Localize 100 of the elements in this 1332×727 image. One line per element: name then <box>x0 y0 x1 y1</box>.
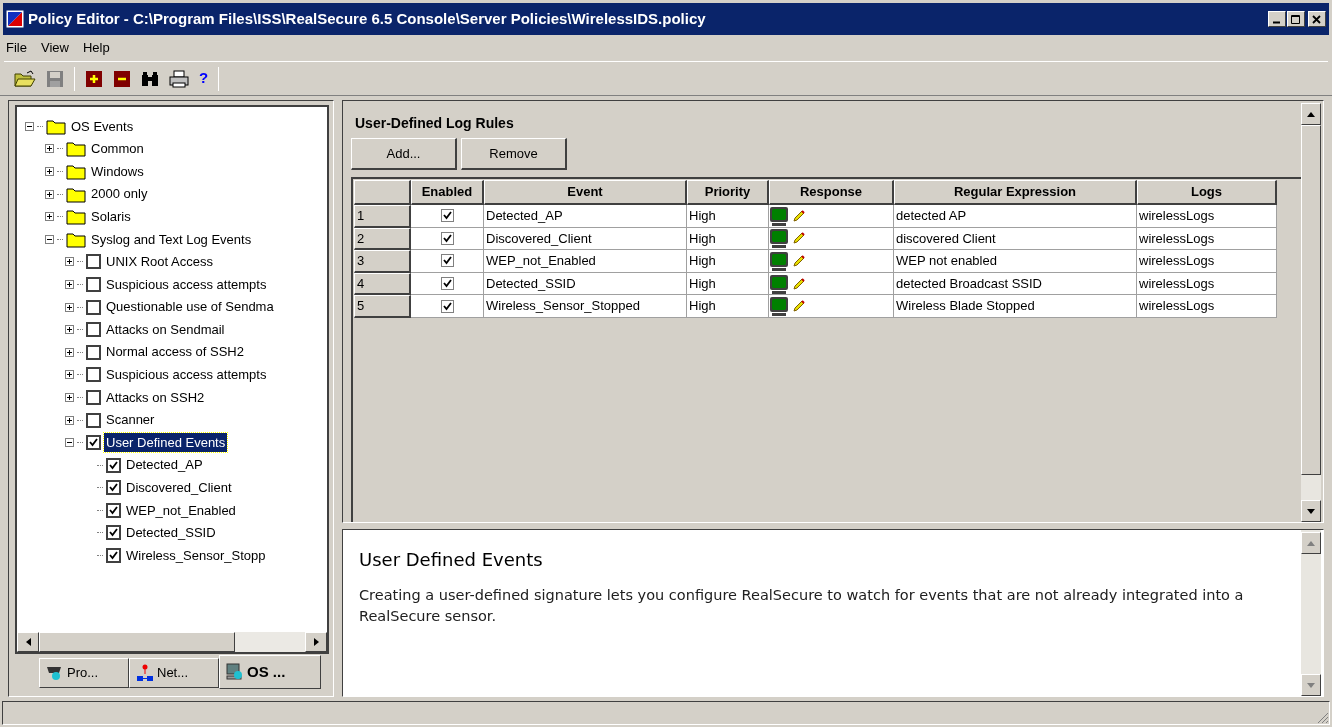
checkbox[interactable] <box>106 502 121 518</box>
column-header[interactable]: Regular Expression <box>894 180 1137 205</box>
open-folder-icon[interactable] <box>14 69 36 88</box>
checkbox[interactable] <box>86 344 101 360</box>
column-header[interactable]: Enabled <box>411 180 484 205</box>
tree-item[interactable]: Questionable use of Sendma <box>104 297 276 317</box>
column-header[interactable]: Priority <box>687 180 769 205</box>
tab[interactable]: OS ... <box>219 655 321 689</box>
row-header[interactable]: 2 <box>354 227 411 251</box>
row-header[interactable]: 5 <box>354 295 411 318</box>
menu-item[interactable]: View <box>40 38 69 58</box>
scrollbar-thumb[interactable] <box>1301 125 1321 475</box>
checkbox[interactable] <box>440 277 454 291</box>
add-icon[interactable] <box>85 69 103 88</box>
row-header[interactable]: 3 <box>354 250 411 273</box>
expand-icon[interactable] <box>45 167 54 176</box>
section-title: User-Defined Log Rules <box>355 114 515 133</box>
table-cell: wirelessLogs <box>1137 295 1277 318</box>
folder-icon <box>66 208 86 226</box>
tree-item[interactable]: Windows <box>89 161 146 182</box>
row-header[interactable]: 1 <box>354 205 411 228</box>
checkbox[interactable] <box>440 209 454 223</box>
tree-item[interactable]: UNIX Root Access <box>104 252 215 272</box>
menu-item[interactable]: Help <box>82 38 110 58</box>
scrollbar-thumb[interactable] <box>39 632 235 652</box>
checkbox[interactable] <box>86 389 101 405</box>
checkbox[interactable] <box>106 457 121 473</box>
tree-item[interactable]: Detected_SSID <box>124 523 218 543</box>
resize-grip-icon[interactable] <box>1317 712 1329 724</box>
expand-icon[interactable] <box>45 144 54 154</box>
tree-item[interactable]: Attacks on Sendmail <box>104 319 227 340</box>
monitor-icon <box>769 273 789 294</box>
minimize-icon[interactable] <box>1268 11 1286 27</box>
expand-icon[interactable] <box>65 370 74 380</box>
scroll-down-icon[interactable] <box>1307 508 1315 514</box>
expand-icon[interactable] <box>65 325 74 335</box>
tree-item[interactable]: Discovered_Client <box>124 478 234 498</box>
row-header[interactable]: 4 <box>354 272 411 296</box>
column-header[interactable]: Logs <box>1137 180 1277 205</box>
menu-item[interactable]: File <box>6 38 27 58</box>
tree-item[interactable]: Normal access of SSH2 <box>104 342 246 362</box>
add-button[interactable]: Add... <box>351 138 457 170</box>
table-cell: WEP not enabled <box>894 250 1137 273</box>
checkbox[interactable] <box>440 254 454 268</box>
expand-icon[interactable] <box>45 212 54 222</box>
expand-icon[interactable] <box>65 302 74 312</box>
checkbox[interactable] <box>106 548 121 564</box>
checkbox[interactable] <box>86 412 101 428</box>
tree-item[interactable]: Suspicious access attempts <box>104 274 269 295</box>
tree-item[interactable]: Suspicious access attempts <box>104 365 269 385</box>
table-cell: WEP_not_Enabled <box>484 250 687 273</box>
tree-item[interactable]: Solaris <box>89 206 133 227</box>
checkbox[interactable] <box>86 367 101 383</box>
printer-icon[interactable] <box>169 69 189 88</box>
tab[interactable]: Pro... <box>39 658 129 688</box>
checkbox[interactable] <box>86 276 101 292</box>
column-header[interactable]: Response <box>769 180 894 205</box>
horizontal-scrollbar[interactable] <box>17 632 327 652</box>
column-header[interactable]: Event <box>484 180 687 205</box>
table-cell: Discovered_Client <box>484 227 687 251</box>
vertical-scrollbar[interactable] <box>1301 101 1321 522</box>
tab[interactable]: Net... <box>129 658 219 688</box>
checkbox[interactable] <box>106 525 121 541</box>
checkbox[interactable] <box>440 299 454 313</box>
tree-item[interactable]: Attacks on SSH2 <box>104 387 207 408</box>
collapse-icon[interactable] <box>45 234 54 244</box>
checkbox[interactable] <box>106 480 121 496</box>
tree-item[interactable]: OS Events <box>69 116 136 137</box>
checkbox[interactable] <box>86 254 101 270</box>
scroll-up-icon[interactable] <box>1307 111 1315 117</box>
tree-item[interactable]: Detected_AP <box>124 455 205 475</box>
tree-item[interactable]: Wireless_Sensor_Stopp <box>124 545 268 566</box>
tree-item[interactable]: Scanner <box>104 410 157 430</box>
expand-icon[interactable] <box>65 392 74 402</box>
binoculars-icon[interactable] <box>141 70 159 87</box>
tree-item[interactable]: WEP_not_Enabled <box>124 500 238 521</box>
checkbox[interactable] <box>86 299 101 315</box>
checkbox[interactable] <box>86 435 101 451</box>
checkbox[interactable] <box>440 231 454 245</box>
tree-item[interactable]: Common <box>89 139 146 159</box>
tree-item[interactable]: User Defined Events <box>104 432 228 453</box>
pencil-icon <box>793 232 805 245</box>
expand-icon[interactable] <box>65 415 74 425</box>
collapse-icon[interactable] <box>65 438 74 448</box>
remove-icon[interactable] <box>113 69 131 88</box>
expand-icon[interactable] <box>45 189 54 199</box>
expand-icon[interactable] <box>65 347 74 357</box>
tree-item[interactable]: 2000 only <box>89 184 150 204</box>
remove-button[interactable]: Remove <box>461 138 567 170</box>
scroll-left-icon[interactable] <box>25 638 31 646</box>
expand-icon[interactable] <box>65 257 74 267</box>
expand-icon[interactable] <box>65 279 74 289</box>
help-button[interactable]: ? <box>199 67 209 90</box>
scroll-right-icon[interactable] <box>313 638 319 646</box>
table-cell: Wireless_Sensor_Stopped <box>484 295 687 318</box>
tree-item[interactable]: Syslog and Text Log Events <box>89 229 254 249</box>
maximize-icon[interactable] <box>1287 11 1305 27</box>
checkbox[interactable] <box>86 322 101 338</box>
close-icon[interactable] <box>1308 11 1326 27</box>
collapse-icon[interactable] <box>25 121 34 131</box>
